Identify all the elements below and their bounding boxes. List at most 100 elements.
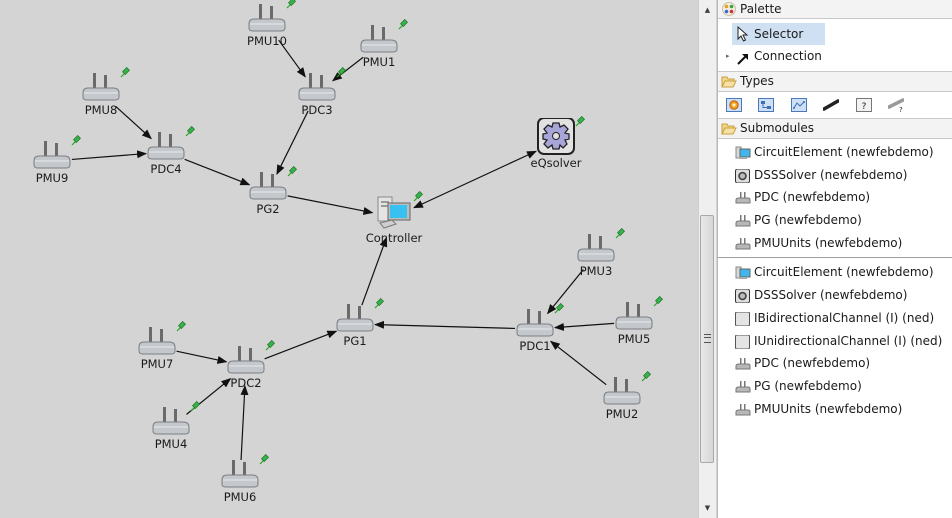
module-pmu2[interactable]: PMU2 [582, 371, 662, 429]
module-label: PMU7 [140, 357, 174, 371]
submodule-label: IBidirectionalChannel (I) (ned) [754, 310, 935, 325]
submodule-item[interactable]: PMUUnits (newfebdemo) [718, 398, 952, 421]
submodule-item[interactable]: DSSSolver (newfebdemo) [718, 164, 952, 187]
network-icon[interactable] [791, 98, 807, 112]
submodule-item[interactable]: CircuitElement (newfebdemo) [718, 261, 952, 284]
compound-module-icon[interactable] [758, 98, 774, 112]
module-eqsolver[interactable]: eQsolver [516, 116, 596, 174]
submodule-label: PDC (newfebdemo) [754, 356, 871, 371]
module-pdc1[interactable]: PDC1 [495, 303, 575, 361]
module-label: PG1 [343, 334, 367, 348]
selector-tool[interactable]: Selector [732, 23, 825, 45]
palette-panel: Palette Selector ▸ Connection Types ? ? … [717, 0, 952, 518]
module-label: PMU10 [247, 34, 287, 48]
submodule-label: PG (newfebdemo) [754, 213, 862, 228]
submodule-label: DSSSolver (newfebdemo) [754, 288, 908, 303]
submodule-label: DSSSolver (newfebdemo) [754, 167, 908, 182]
svg-text:?: ? [899, 106, 903, 112]
submodule-label: CircuitElement (newfebdemo) [754, 145, 934, 159]
submodules-recent-list: CircuitElement (newfebdemo) DSSSolver (ne… [718, 141, 952, 254]
submodule-item[interactable]: DSSSolver (newfebdemo) [718, 284, 952, 307]
submodules-drawer-header[interactable]: Submodules [718, 118, 952, 139]
types-drawer-header[interactable]: Types [718, 71, 952, 92]
module-pg2[interactable]: PG2 [228, 166, 308, 224]
submodule-label: PMUUnits (newfebdemo) [754, 401, 903, 416]
module-label: PMU4 [154, 437, 188, 451]
module-label: PG2 [256, 202, 280, 216]
types-drawer-title: Types [740, 74, 774, 88]
module-pmu5[interactable]: PMU5 [594, 296, 674, 354]
submodule-item[interactable]: IBidirectionalChannel (I) (ned) [718, 307, 952, 330]
submodule-label: IUnidirectionalChannel (I) (ned) [754, 333, 943, 348]
selector-label: Selector [754, 27, 804, 41]
expand-triangle-icon[interactable]: ▸ [726, 45, 730, 67]
channel-interface-icon[interactable]: ? [887, 98, 905, 114]
palette-title: Palette [740, 2, 782, 16]
submodule-item[interactable]: IUnidirectionalChannel (I) (ned) [718, 330, 952, 353]
module-pdc2[interactable]: PDC2 [206, 340, 286, 398]
gear-icon [735, 288, 751, 304]
module-pmu10[interactable]: PMU10 [227, 0, 307, 56]
router-icon [735, 356, 751, 370]
module-label: PDC3 [301, 103, 333, 117]
submodule-item[interactable]: PMUUnits (newfebdemo) [718, 232, 952, 255]
submodule-label: PMUUnits (newfebdemo) [754, 235, 903, 250]
module-label: PDC1 [519, 339, 551, 353]
module-label: Controller [365, 231, 423, 245]
module-label: PMU6 [223, 490, 257, 504]
module-pmu4[interactable]: PMU4 [131, 401, 211, 459]
module-pdc4[interactable]: PDC4 [126, 126, 206, 184]
module-label: PMU8 [84, 103, 118, 117]
router-icon [735, 379, 751, 393]
connection-arrow-icon [737, 50, 749, 72]
thumb-grip-icon [704, 334, 711, 343]
module-pmu9[interactable]: PMU9 [12, 135, 92, 193]
router-icon [735, 236, 751, 250]
svg-text:?: ? [862, 102, 867, 112]
module-pmu3[interactable]: PMU3 [556, 228, 636, 286]
submodules-all-list: CircuitElement (newfebdemo) DSSSolver (ne… [718, 261, 952, 420]
submodule-item[interactable]: CircuitElement (newfebdemo) [718, 141, 952, 164]
scrollbar-thumb[interactable] [700, 215, 714, 463]
module-pmu6[interactable]: PMU6 [200, 454, 280, 512]
module-pmu8[interactable]: PMU8 [61, 67, 141, 125]
module-label: PMU9 [35, 171, 69, 185]
router-icon [735, 213, 751, 227]
module-pdc3[interactable]: PDC3 [277, 67, 357, 125]
interface-box-icon [735, 334, 751, 349]
network-canvas[interactable]: PMU10 PMU1 PDC3 PMU8 PDC4 PMU9 PG2 eQsolver Cont… [0, 0, 698, 518]
module-label: PMU1 [362, 55, 396, 69]
folder-open-icon [721, 122, 737, 141]
canvas-vertical-scrollbar[interactable]: ▲ ▼ [698, 0, 716, 518]
router-icon [735, 190, 751, 204]
palette-header[interactable]: Palette [718, 0, 952, 19]
channel-icon[interactable] [822, 98, 840, 112]
submodule-item[interactable]: PDC (newfebdemo) [718, 352, 952, 375]
module-label: PDC4 [150, 162, 182, 176]
module-pmu7[interactable]: PMU7 [117, 321, 197, 379]
scroll-up-button[interactable]: ▲ [699, 2, 716, 18]
list-separator [718, 257, 952, 259]
gear-icon [735, 168, 751, 184]
submodule-label: PG (newfebdemo) [754, 378, 862, 393]
types-toolbar: ? ? [718, 92, 952, 118]
module-interface-icon[interactable]: ? [856, 98, 872, 112]
connection-pdc1-pg1[interactable] [373, 320, 516, 330]
module-pg1[interactable]: PG1 [315, 298, 395, 356]
module-label: eQsolver [530, 156, 582, 170]
scroll-down-button[interactable]: ▼ [699, 500, 716, 516]
submodule-label: CircuitElement (newfebdemo) [754, 265, 934, 280]
computer-icon [735, 265, 751, 280]
submodule-item[interactable]: PG (newfebdemo) [718, 375, 952, 398]
submodule-item[interactable]: PDC (newfebdemo) [718, 186, 952, 209]
submodule-item[interactable]: PG (newfebdemo) [718, 209, 952, 232]
module-controller[interactable]: Controller [354, 191, 434, 249]
connection-tool[interactable]: ▸ Connection [718, 45, 952, 67]
palette-icon [722, 2, 736, 21]
submodules-drawer-title: Submodules [740, 121, 815, 135]
module-label: PDC2 [230, 376, 262, 390]
submodule-label: PDC (newfebdemo) [754, 190, 871, 205]
simple-module-icon[interactable] [726, 98, 742, 112]
interface-box-icon [735, 311, 751, 327]
computer-icon [735, 145, 751, 159]
